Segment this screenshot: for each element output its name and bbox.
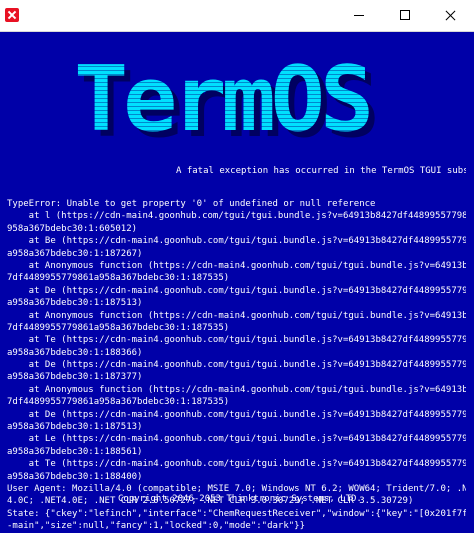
- minimize-button[interactable]: [336, 0, 382, 31]
- log-line: 7df4489955779861a958a367bdebc30:1:187535…: [7, 397, 230, 408]
- log-line: at Le (https://cdn-main4.goonhub.com/tgu…: [7, 434, 466, 445]
- log-line: at De (https://cdn-main4.goonhub.com/tgu…: [7, 285, 466, 296]
- log-line: a958a367bdebc30:1:188561): [7, 446, 143, 457]
- termos-logo: TermOS TermOS: [74, 46, 400, 156]
- log-line: a958a367bdebc30:1:187267): [7, 248, 143, 259]
- scrollbar[interactable]: [466, 32, 474, 504]
- log-line: at l (https://cdn-main4.goonhub.com/tgui…: [7, 211, 466, 222]
- log-line: at De (https://cdn-main4.goonhub.com/tgu…: [7, 409, 466, 420]
- log-line: 958a367bdebc30:1:605012): [7, 223, 138, 234]
- log-line: at Te (https://cdn-main4.goonhub.com/tgu…: [7, 335, 466, 346]
- log-line: TypeError: Unable to get property '0' of…: [7, 199, 376, 209]
- fatal-exception-message: A fatal exception has occurred in the Te…: [176, 166, 474, 176]
- close-button[interactable]: [428, 0, 474, 31]
- log-line: 7df4489955779861a958a367bdebc30:1:187535…: [7, 273, 230, 284]
- log-line: a958a367bdebc30:1:188400): [7, 471, 143, 482]
- title-bar: [0, 0, 474, 32]
- log-line: -main","size":null,"fancy":1,"locked":0,…: [7, 521, 306, 532]
- maximize-button[interactable]: [382, 0, 428, 31]
- log-line: at Anonymous function (https://cdn-main4…: [7, 260, 466, 271]
- log-line: 7df4489955779861a958a367bdebc30:1:187535…: [7, 322, 230, 333]
- app-error-icon: [5, 8, 19, 22]
- log-line: at Anonymous function (https://cdn-main4…: [7, 384, 466, 395]
- log-line: a958a367bdebc30:1:187377): [7, 372, 143, 383]
- log-line: at Te (https://cdn-main4.goonhub.com/tgu…: [7, 459, 466, 470]
- log-line: a958a367bdebc30:1:187513): [7, 298, 143, 309]
- error-log: TypeError: Unable to get property '0' of…: [7, 198, 466, 533]
- log-line: at Be (https://cdn-main4.goonhub.com/tgu…: [7, 236, 466, 247]
- log-line: a958a367bdebc30:1:187513): [7, 422, 143, 433]
- copyright-footer: Copyright 2046-2053 Thinktronic Systems,…: [118, 494, 362, 504]
- logo-text: TermOS: [74, 47, 369, 152]
- log-line: at De (https://cdn-main4.goonhub.com/tgu…: [7, 360, 466, 371]
- log-line: a958a367bdebc30:1:188366): [7, 347, 143, 358]
- log-line: State: {"ckey":"lefinch","interface":"Ch…: [7, 508, 466, 519]
- log-line: at Anonymous function (https://cdn-main4…: [7, 310, 466, 321]
